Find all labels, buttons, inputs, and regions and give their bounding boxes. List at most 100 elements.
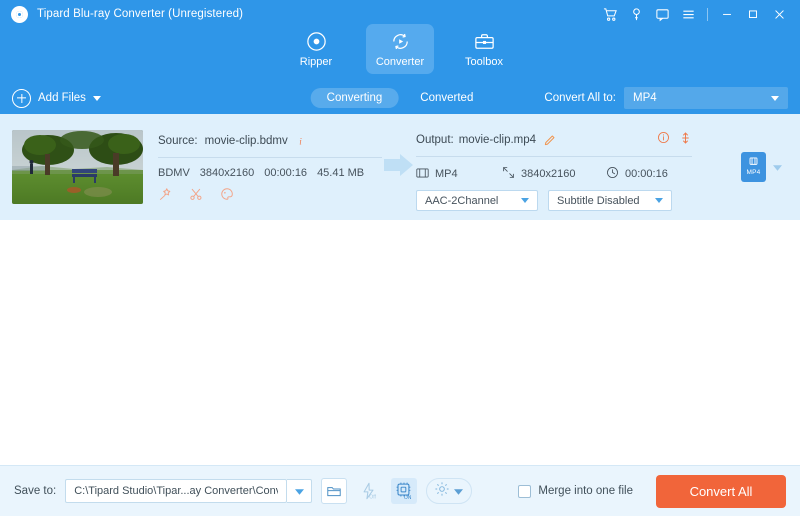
source-filesize: 45.41 MB [317,167,365,179]
output-duration-group: 00:00:16 [606,166,692,182]
segment-converted[interactable]: Converted [404,88,489,108]
source-tools [158,187,382,201]
vertical-arrows-icon[interactable] [679,131,692,150]
key-icon[interactable] [623,1,649,27]
tab-ripper-label: Ripper [299,56,333,68]
segment-converting[interactable]: Converting [310,88,399,108]
output-resolution-group: 3840x2160 [502,166,606,182]
output-duration: 00:00:16 [625,168,668,180]
app-title: Tipard Blu-ray Converter (Unregistered) [37,8,244,20]
tab-converter[interactable]: Converter [366,24,434,74]
audio-track-select[interactable]: AAC-2Channel [416,190,538,211]
tab-ripper[interactable]: Ripper [282,24,350,74]
pencil-edit-icon[interactable] [543,134,556,147]
palette-effect-icon[interactable] [220,187,234,201]
source-resolution: 3840x2160 [199,167,255,179]
gpu-chip-icon[interactable]: ON [391,478,418,504]
info-circle-icon[interactable] [657,131,670,149]
feedback-icon[interactable] [649,1,675,27]
subtitle-value: Subtitle Disabled [557,194,640,207]
plus-circle-icon [12,88,31,108]
hardware-acceleration-icon[interactable]: Off [356,478,382,504]
output-header-actions [657,131,692,150]
source-filename: movie-clip.bdmv [204,135,288,147]
svg-text:i: i [299,136,302,146]
menu-icon[interactable] [675,1,701,27]
save-path-input[interactable]: C:\Tipard Studio\Tipar...ay Converter\Co… [65,479,288,503]
film-strip-icon [416,167,429,182]
action-toolbar: Add Files Converting Converted Convert A… [0,82,800,114]
disc-logo-icon [11,5,28,23]
format-badge-label: MP4 [746,169,761,176]
chevron-down-icon [294,482,304,500]
settings-gear-icon [434,481,450,502]
minimize-icon[interactable] [714,1,740,27]
convert-all-button[interactable]: Convert All [656,474,786,508]
convert-all-to-select[interactable]: MP4 [624,87,788,109]
source-meta: BDMV 3840x2160 00:00:16 45.41 MB [158,167,382,179]
tab-converter-label: Converter [375,56,425,68]
format-badge-group: MP4 [741,152,788,182]
source-panel: Source: movie-clip.bdmv i BDMV 3840x2160… [158,130,382,204]
disc-icon [305,29,328,53]
status-segments: Converting Converted [310,88,490,108]
output-format: MP4 [435,168,458,180]
tab-toolbox[interactable]: Toolbox [450,24,518,74]
chevron-down-icon[interactable] [773,158,782,176]
chevron-down-icon [521,198,529,203]
audio-track-value: AAC-2Channel [425,194,499,207]
scissors-cut-icon[interactable] [189,187,203,201]
chevron-down-icon[interactable] [92,95,101,101]
magic-wand-edit-icon[interactable] [158,187,172,201]
source-format: BDMV [158,167,190,179]
save-path-value: C:\Tipard Studio\Tipar...ay Converter\Co… [74,485,278,497]
conversion-arrow [382,153,416,181]
controls-divider [707,7,708,21]
chevron-down-icon [771,95,779,101]
add-files-label: Add Files [38,92,86,104]
tab-toolbox-label: Toolbox [465,56,503,68]
subtitle-select[interactable]: Subtitle Disabled [548,190,672,211]
title-header: Tipard Blu-ray Converter (Unregistered) [0,0,800,82]
chevron-down-icon [655,198,663,203]
maximize-icon[interactable] [740,1,766,27]
merge-label: Merge into one file [538,485,633,497]
right-arrow-icon [384,153,414,181]
convert-circular-arrow-icon [389,29,412,53]
add-files-button[interactable]: Add Files [12,88,101,108]
save-to-label: Save to: [14,485,57,497]
close-icon[interactable] [766,1,792,27]
titlebar: Tipard Blu-ray Converter (Unregistered) [0,0,800,28]
file-format-badge-icon[interactable]: MP4 [741,152,766,182]
open-folder-icon[interactable] [321,478,348,504]
video-thumbnail[interactable] [12,130,143,204]
svg-text:Off: Off [369,495,376,501]
footer-bar: Save to: C:\Tipard Studio\Tipar...ay Con… [0,465,800,516]
output-divider [416,156,692,157]
output-meta: MP4 3840x2160 00:00:16 [416,166,692,182]
resize-icon [502,166,515,182]
settings-gear-button[interactable] [426,478,473,504]
source-divider [158,157,382,158]
output-selects: AAC-2Channel Subtitle Disabled [416,190,692,211]
source-duration: 00:00:16 [264,167,308,179]
main-tabs: Ripper Converter Toolbox [0,24,800,74]
output-resolution: 3840x2160 [521,168,576,180]
clock-icon [606,166,619,182]
convert-all-to-label: Convert All to: [544,92,616,104]
svg-text:ON: ON [404,495,412,501]
cart-icon[interactable] [597,1,623,27]
toolbox-icon [473,29,496,53]
save-path-dropdown[interactable] [287,479,313,503]
output-header: Output: movie-clip.mp4 [416,129,692,151]
chevron-down-icon [454,482,464,500]
file-list: Source: movie-clip.bdmv i BDMV 3840x2160… [0,114,800,465]
source-prefix: Source: [158,135,198,147]
checkbox-box [518,484,532,498]
merge-into-one-file-checkbox[interactable]: Merge into one file [518,484,633,498]
app-window: Tipard Blu-ray Converter (Unregistered) [0,0,800,516]
info-icon[interactable]: i [295,135,307,147]
output-filename: movie-clip.mp4 [458,134,537,146]
file-row[interactable]: Source: movie-clip.bdmv i BDMV 3840x2160… [0,114,800,220]
output-format-group: MP4 [416,167,502,182]
